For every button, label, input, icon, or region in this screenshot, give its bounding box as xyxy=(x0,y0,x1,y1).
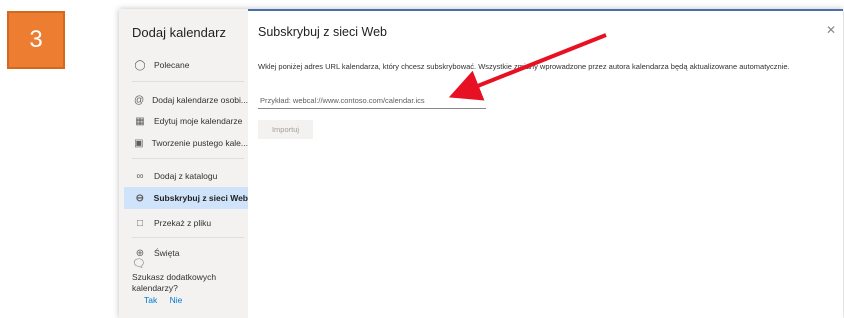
calendar-url-input[interactable] xyxy=(258,92,486,109)
sidebar-item-label: Dodaj z katalogu xyxy=(154,171,218,181)
sidebar-item-personal-calendars[interactable]: @ Dodaj kalendarze osobi... xyxy=(124,89,248,111)
sidebar-item-edit-calendars[interactable]: ▦ Edytuj moje kalendarze xyxy=(124,110,248,132)
help-yes-link[interactable]: Tak xyxy=(144,295,157,305)
instructions-text: Wklej poniżej adres URL kalendarza, któr… xyxy=(258,62,790,71)
import-button[interactable]: Importuj xyxy=(258,120,313,139)
page-title: Subskrybuj z sieci Web xyxy=(258,25,387,39)
sidebar-divider xyxy=(132,81,244,82)
help-question: Szukasz dodatkowych kalendarzy? xyxy=(132,272,217,293)
sidebar-item-label: Przekaż z pliku xyxy=(154,218,212,228)
sidebar-item-label: Dodaj kalendarze osobi... xyxy=(152,95,248,105)
sidebar-item-label: Subskrybuj z sieci Web xyxy=(153,193,248,203)
sidebar-divider xyxy=(132,158,244,159)
sidebar-title: Dodaj kalendarz xyxy=(132,25,226,40)
people-icon: ∞ xyxy=(136,170,144,182)
sidebar-item-label: Tworzenie pustego kale... xyxy=(151,138,248,148)
sidebar-item-label: Polecane xyxy=(154,60,190,70)
more-calendars-prompt: 🗨 Szukasz dodatkowych kalendarzy? Tak Ni… xyxy=(132,257,232,305)
close-icon[interactable]: ✕ xyxy=(826,23,836,37)
calendar-edit-icon: ▦ xyxy=(135,115,145,127)
lightbulb-icon: ◯ xyxy=(134,59,146,71)
globe-icon: ⊖ xyxy=(135,192,145,204)
sidebar-item-directory[interactable]: ∞ Dodaj z katalogu xyxy=(124,165,248,187)
chat-bubble-icon: 🗨 xyxy=(132,258,146,270)
sidebar-item-recommended[interactable]: ◯ Polecane xyxy=(124,54,248,76)
sidebar-item-label: Edytuj moje kalendarze xyxy=(154,116,243,126)
sidebar-item-upload-file[interactable]: □ Przekaż z pliku xyxy=(124,212,248,234)
help-no-link[interactable]: Nie xyxy=(170,295,183,305)
sidebar-item-subscribe-web[interactable]: ⊖ Subskrybuj z sieci Web xyxy=(124,187,248,209)
at-sign-icon: @ xyxy=(133,94,145,106)
step-number-badge: 3 xyxy=(7,11,65,69)
add-calendar-dialog: Dodaj kalendarz ◯ Polecane @ Dodaj kalen… xyxy=(119,9,843,318)
calendar-blank-icon: ▣ xyxy=(134,137,144,149)
sidebar-item-create-blank[interactable]: ▣ Tworzenie pustego kale... xyxy=(124,132,248,154)
sidebar-divider xyxy=(132,237,244,238)
document-icon: □ xyxy=(136,217,144,229)
sidebar: Dodaj kalendarz ◯ Polecane @ Dodaj kalen… xyxy=(119,9,248,318)
